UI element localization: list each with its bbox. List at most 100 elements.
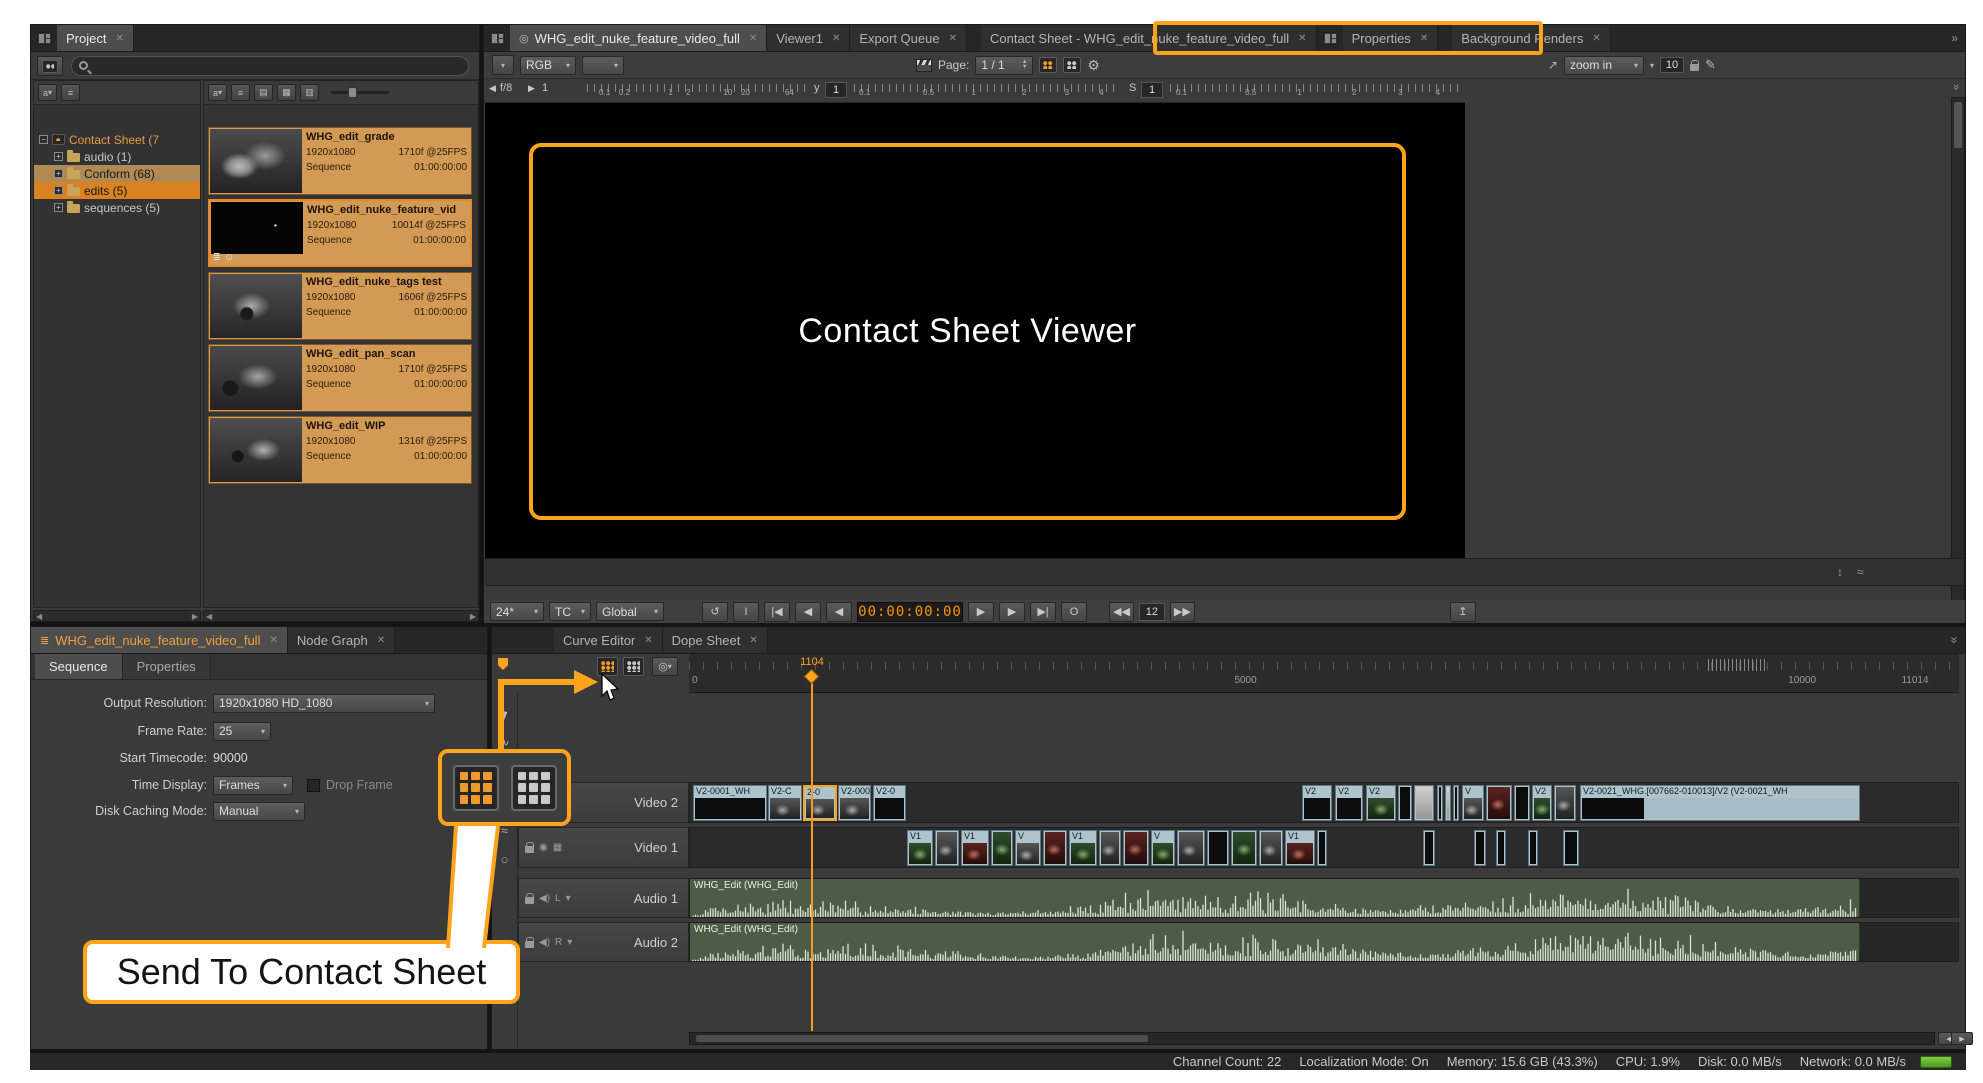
track-header-audio-1[interactable]: ◀)L▾Audio 1 (518, 878, 689, 918)
close-icon[interactable]: ✕ (269, 635, 277, 646)
transport-button[interactable]: |◀ (764, 602, 790, 622)
scroll-right-button[interactable]: ▶ (1951, 1032, 1973, 1045)
timeline-hscrollbar[interactable] (689, 1032, 1935, 1045)
tab-sequence-timeline[interactable]: ≣ WHG_edit_nuke_feature_video_full ✕ (31, 627, 288, 653)
viewer-tab-0[interactable]: ◎WHG_edit_nuke_feature_video_full✕ (510, 25, 767, 51)
layer-dropdown[interactable]: ▾ (582, 56, 624, 75)
transport-button[interactable]: ◀ (826, 602, 852, 622)
transport-button[interactable]: ◀ (795, 602, 821, 622)
timeline-clip[interactable]: V2-0001_WH (693, 785, 767, 821)
track-lane-audio1[interactable]: WHG_Edit (WHG_Edit) (689, 878, 1959, 918)
arrow-left-icon[interactable]: ◀ (489, 83, 496, 94)
viewer-tab-4[interactable]: Properties✕ (1343, 25, 1439, 51)
chevron-down-icon[interactable]: ▾ (1650, 61, 1654, 70)
page-dropdown[interactable]: 1 / 1 ▲▼ (975, 56, 1033, 75)
timeline-clip[interactable] (1563, 830, 1579, 866)
timeline-clip[interactable]: V1 (1285, 830, 1315, 866)
transport-button[interactable]: ▶| (1030, 602, 1056, 622)
timeline-clip[interactable] (1445, 785, 1451, 821)
chevron-down-icon[interactable]: ▾ (567, 937, 572, 948)
panel-menu-icon[interactable] (37, 32, 52, 45)
zoom-dropdown[interactable]: zoom in▾ (1564, 56, 1644, 75)
timeline-clip[interactable]: V (1015, 830, 1041, 866)
viewer-viewport[interactable] (485, 103, 1465, 558)
timeline-clip[interactable] (1099, 830, 1121, 866)
frame-rate-dropdown[interactable]: 25▾ (213, 722, 271, 741)
thumb-view-button[interactable]: ▦ (277, 84, 296, 101)
audio-clip[interactable]: WHG_Edit (WHG_Edit) (690, 923, 1860, 961)
flipbook-grid-icon[interactable] (623, 657, 644, 676)
timeline-clip[interactable] (1259, 830, 1283, 866)
timeline-ruler[interactable]: 050001000011014 (689, 654, 1959, 693)
lock-icon[interactable] (525, 846, 534, 853)
close-icon[interactable]: ✕ (1420, 33, 1428, 44)
timeline-clip[interactable]: V2 (1302, 785, 1332, 821)
slider-knob[interactable] (348, 87, 357, 98)
timeline-clip[interactable]: 2-0 (803, 785, 837, 821)
speaker-icon[interactable]: ◀) (539, 893, 550, 904)
timeline-clip[interactable] (1437, 785, 1443, 821)
close-icon[interactable]: ✕ (832, 33, 840, 44)
bin-hscrollbar[interactable]: ◀▶ (203, 610, 479, 622)
timeline-clip[interactable]: V2 (1532, 785, 1552, 821)
timeline-clip[interactable] (1474, 830, 1486, 866)
expand-icon[interactable]: + (54, 186, 63, 195)
scroll-thumb[interactable] (1954, 102, 1962, 148)
timecode-mode-dropdown[interactable]: TC▾ (549, 602, 591, 621)
search-input[interactable] (71, 56, 469, 76)
timeline-clip[interactable]: V2-000 (838, 785, 871, 821)
close-icon[interactable]: ✕ (1298, 33, 1306, 44)
panel-menu-icon[interactable] (1323, 32, 1338, 45)
timeline-clip[interactable] (1414, 785, 1434, 821)
tab-curve-editor[interactable]: Curve Editor ✕ (554, 627, 663, 653)
close-icon[interactable]: ✕ (377, 635, 385, 646)
timeline-clip[interactable]: V2-0021_WHG.[007662-010013]/V2 (V2-0021_… (1580, 785, 1860, 821)
output-resolution-dropdown[interactable]: 1920x1080 HD_1080▾ (213, 694, 435, 713)
clapperboard-icon[interactable] (916, 59, 932, 72)
detail-view-button[interactable]: ▥ (300, 84, 319, 101)
collapse-icon[interactable]: − (39, 135, 48, 144)
close-icon[interactable]: ✕ (1592, 33, 1600, 44)
bin-item-0[interactable]: WHG_edit_grade1920x10801710f @25FPSSeque… (208, 127, 472, 195)
timeline-clip[interactable] (1207, 830, 1229, 866)
timeline-clip[interactable] (991, 830, 1013, 866)
lock-icon[interactable] (525, 941, 534, 948)
pencil-icon[interactable]: ✎ (1705, 57, 1716, 73)
transport-button[interactable]: ▶ (968, 602, 994, 622)
speaker-icon[interactable]: ◀) (539, 937, 550, 948)
timeline-clip[interactable] (1554, 785, 1576, 821)
timeline-clip[interactable] (1231, 830, 1257, 866)
blend-icon[interactable]: ▦ (553, 842, 562, 853)
tree-item-2[interactable]: +Conform (68) (34, 165, 200, 182)
waveform-icon[interactable]: ≈ (1857, 565, 1864, 579)
collapse-chevrons-icon[interactable]: » (1948, 630, 1962, 651)
transport-button[interactable]: ▶ (999, 602, 1025, 622)
close-icon[interactable]: ✕ (949, 33, 957, 44)
bin-item-2[interactable]: WHG_edit_nuke_tags test1920x10801606f @2… (208, 272, 472, 340)
collapse-chevrons-icon[interactable]: » (1950, 84, 1962, 90)
timeline-clip[interactable]: V2 (1335, 785, 1363, 821)
gear-icon[interactable]: ⚙ (1087, 57, 1100, 74)
timeline-clip[interactable] (1398, 785, 1412, 821)
sync-tool-icon[interactable]: ○ (501, 852, 509, 867)
time-display-dropdown[interactable]: Frames▾ (213, 776, 293, 795)
timeline-clip[interactable]: V2-C (768, 785, 802, 821)
viewer-tab-5[interactable]: Background Renders✕ (1452, 25, 1611, 51)
lock-icon[interactable] (1690, 64, 1699, 71)
page-stepper[interactable]: ▲▼ (1022, 60, 1027, 70)
expand-icon[interactable]: + (54, 203, 63, 212)
collapse-chevrons-icon[interactable]: » (1944, 31, 1965, 45)
timeline-clip[interactable] (1496, 830, 1506, 866)
close-icon[interactable]: ✕ (644, 635, 652, 646)
timeline-clip[interactable] (1423, 830, 1435, 866)
timeline-clip[interactable]: V (1462, 785, 1484, 821)
list-view-button[interactable]: ≡ (61, 84, 80, 101)
timeline-clip[interactable]: V2-0 (873, 785, 906, 821)
sort-az-button[interactable]: a▾ (38, 84, 57, 101)
drop-frame-checkbox[interactable] (307, 779, 320, 792)
close-icon[interactable]: ✕ (115, 33, 123, 44)
timeline-clip[interactable] (1177, 830, 1205, 866)
arrow-right-icon[interactable]: ▶ (528, 83, 535, 94)
track-lane-audio2[interactable]: WHG_Edit (WHG_Edit) (689, 922, 1959, 962)
timeline-clip[interactable] (1123, 830, 1149, 866)
